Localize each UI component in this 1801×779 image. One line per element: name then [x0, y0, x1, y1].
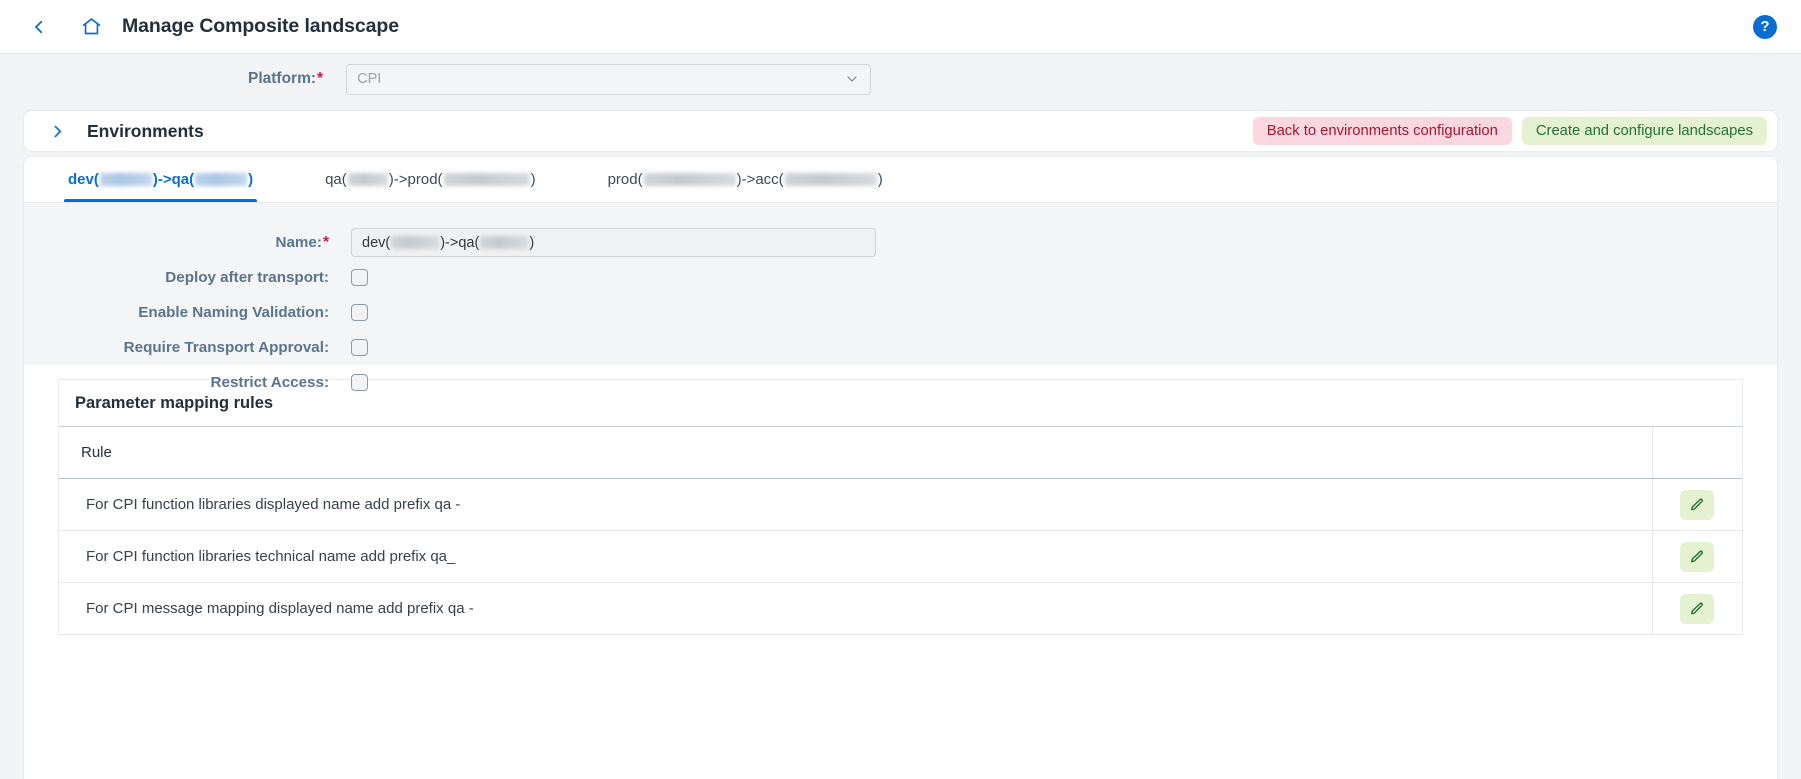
text-fragment: )->acc( [736, 171, 784, 188]
redacted-value [784, 173, 877, 186]
create-and-configure-landscapes-button[interactable]: Create and configure landscapes [1521, 117, 1767, 145]
pencil-icon [1691, 498, 1704, 510]
enable-naming-validation-control [351, 304, 368, 321]
text-fragment: dev( [362, 234, 391, 251]
parameter-mapping-rules-panel: Parameter mapping rules Rule For CPI fun… [58, 379, 1743, 635]
table-head: Rule [59, 427, 1742, 479]
name-label: Name:* [24, 234, 329, 252]
text-fragment: )->prod( [388, 171, 443, 188]
edit-rule-button[interactable] [1680, 489, 1715, 520]
table-row: For CPI function libraries technical nam… [59, 530, 1742, 583]
form-row-require-transport-approval: Require Transport Approval: [24, 330, 1777, 365]
landscape-form: Name:* dev( )->qa() Deploy after transpor… [24, 203, 1777, 391]
redacted-value [347, 173, 388, 186]
cell-rule: For CPI function libraries technical nam… [59, 530, 1653, 583]
name-input[interactable]: dev( )->qa() [351, 228, 876, 257]
text-fragment: ) [529, 234, 535, 251]
landscape-tabstrip: dev( )->qa() qa( )->prod() prod( )->acc() [24, 157, 1777, 203]
deploy-after-transport-label: Deploy after transport: [165, 269, 329, 286]
form-row-deploy-after-transport: Deploy after transport: [24, 260, 1777, 295]
text-fragment: ) [530, 171, 536, 188]
pencil-icon [1691, 602, 1704, 614]
chevron-right-icon[interactable] [46, 120, 68, 142]
chevron-down-icon [844, 71, 860, 87]
tab-qa-to-prod[interactable]: qa( )->prod() [323, 157, 537, 202]
redacted-value [643, 173, 736, 186]
cell-actions [1652, 582, 1742, 635]
page-title: Manage Composite landscape [122, 15, 399, 37]
edit-rule-button[interactable] [1680, 541, 1715, 572]
form-row-name: Name:* dev( )->qa() [24, 225, 1777, 260]
environments-title: Environments [87, 120, 204, 141]
environments-panel: Environments Back to environments config… [24, 111, 1777, 151]
table-body: For CPI function libraries displayed nam… [59, 478, 1742, 635]
require-transport-approval-checkbox[interactable] [351, 339, 368, 356]
redacted-value [391, 236, 440, 249]
platform-select[interactable]: CPI [346, 63, 872, 95]
text-fragment: )->qa( [440, 234, 480, 251]
redacted-value [480, 236, 529, 249]
platform-label: Platform:* [248, 70, 323, 88]
name-required-marker: * [322, 233, 329, 251]
tab-prod-to-acc[interactable]: prod( )->acc() [606, 157, 885, 202]
tab-dev-to-qa[interactable]: dev( )->qa() [63, 157, 258, 202]
cell-rule: For CPI message mapping displayed name a… [59, 582, 1653, 635]
parameter-mapping-rules-table: Rule For CPI function libraries displaye… [59, 427, 1742, 635]
back-icon[interactable] [26, 14, 52, 40]
cell-actions [1652, 530, 1742, 583]
back-to-environments-configuration-button[interactable]: Back to environments configuration [1252, 117, 1512, 145]
environments-actions: Back to environments configuration Creat… [1252, 117, 1767, 145]
platform-required-marker: * [317, 70, 324, 87]
top-bar: Manage Composite landscape ? [0, 0, 1801, 54]
table-header-row: Rule [59, 427, 1742, 479]
cell-actions [1652, 478, 1742, 531]
platform-label-text: Platform: [248, 70, 317, 87]
table-row: For CPI message mapping displayed name a… [59, 582, 1742, 635]
restrict-access-control [351, 374, 368, 391]
pencil-icon [1691, 550, 1704, 562]
enable-naming-validation-checkbox[interactable] [351, 304, 368, 321]
help-button[interactable]: ? [1753, 14, 1777, 39]
enable-naming-validation-label: Enable Naming Validation: [138, 304, 329, 321]
name-label-text: Name: [275, 233, 322, 251]
column-header-actions [1652, 427, 1742, 479]
restrict-access-checkbox[interactable] [351, 374, 368, 391]
column-header-rule: Rule [59, 427, 1653, 479]
text-fragment: ) [248, 171, 254, 188]
platform-row: Platform:* CPI [0, 54, 1801, 104]
require-transport-approval-label: Require Transport Approval: [123, 339, 329, 356]
redacted-value [99, 173, 152, 186]
text-fragment: )->qa( [152, 171, 195, 188]
text-fragment: prod( [607, 171, 643, 188]
require-transport-approval-control [351, 339, 368, 356]
table-row: For CPI function libraries displayed nam… [59, 478, 1742, 531]
form-row-enable-naming-validation: Enable Naming Validation: [24, 295, 1777, 330]
redacted-value [195, 173, 248, 186]
restrict-access-label: Restrict Access: [210, 374, 329, 391]
landscape-content-card: dev( )->qa() qa( )->prod() prod( )->acc() Nam… [24, 157, 1777, 779]
text-fragment: qa( [325, 171, 347, 188]
redacted-value [443, 173, 530, 186]
text-fragment: ) [877, 171, 883, 188]
text-fragment: dev( [68, 171, 99, 188]
deploy-after-transport-control [351, 269, 368, 286]
deploy-after-transport-checkbox[interactable] [351, 269, 368, 286]
name-field-wrap: dev( )->qa() [351, 228, 876, 257]
platform-select-value: CPI [357, 71, 382, 87]
cell-rule: For CPI function libraries displayed nam… [59, 478, 1653, 531]
home-icon[interactable] [76, 12, 106, 42]
edit-rule-button[interactable] [1680, 593, 1715, 624]
